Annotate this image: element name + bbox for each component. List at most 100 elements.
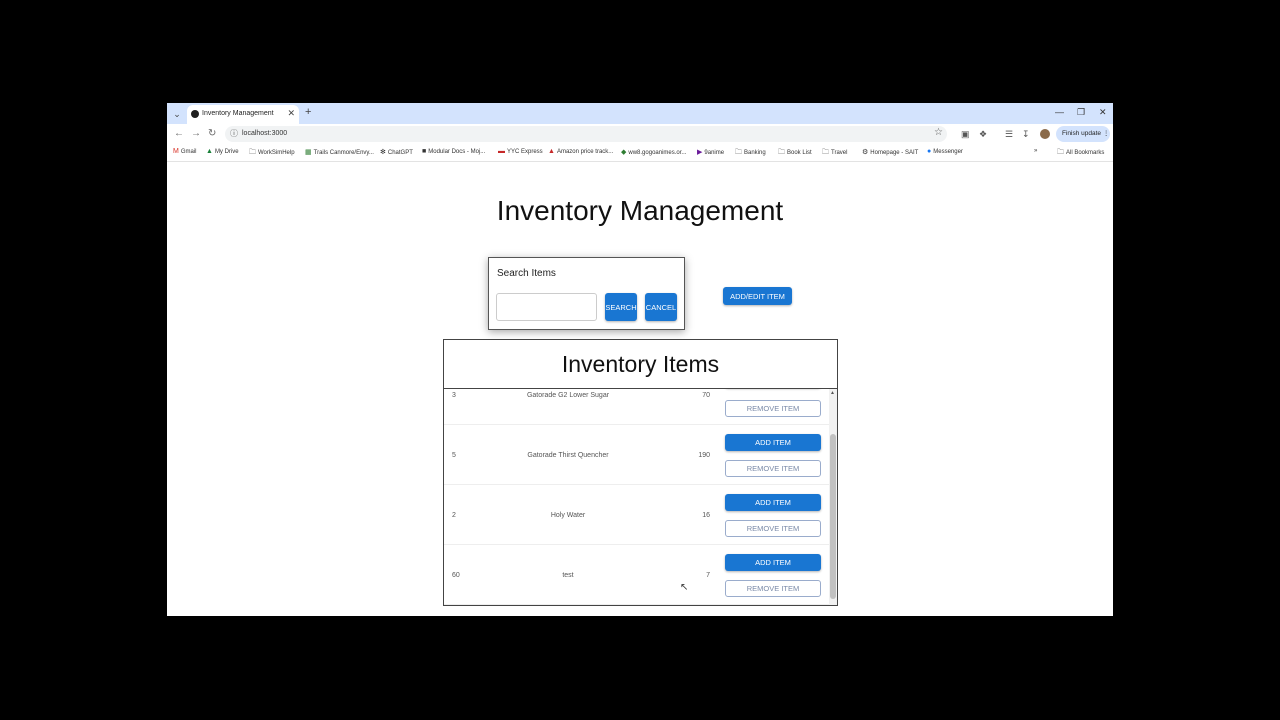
bookmark-label: ChatGPT	[387, 150, 413, 156]
bookmark-label: My Drive	[214, 149, 239, 155]
folder-icon: 🗀	[249, 149, 256, 156]
item-id: 60	[452, 572, 460, 579]
reload-icon[interactable]: ↻	[208, 128, 216, 139]
bookmark-label: Book List	[787, 150, 812, 156]
mouse-cursor-icon: ↖	[680, 582, 689, 593]
media-icon[interactable]: ☰	[1005, 129, 1013, 140]
play-icon: ▶	[697, 149, 703, 156]
inventory-list[interactable]: 3 Gatorade G2 Lower Sugar 70 ADD ITEM RE…	[444, 389, 829, 605]
bookmark-label: 9anime	[704, 150, 725, 156]
bookmark-trails[interactable]: ▦ Trails Canmore/Envy...	[305, 148, 374, 156]
bookmark-label: Trails Canmore/Envy...	[313, 150, 374, 156]
bookmark-book-list[interactable]: 🗀 Book List	[778, 148, 812, 159]
bookmark-label: Banking	[744, 150, 766, 156]
page-content: Inventory Management Search Items SEARCH…	[167, 162, 1113, 616]
inventory-scrollbar[interactable]: ▲	[829, 389, 837, 605]
tab-active[interactable]: Inventory Management ✕	[187, 105, 299, 124]
drive-icon: ▲	[206, 148, 213, 155]
item-qty: 190	[698, 452, 710, 459]
profile-avatar[interactable]	[1040, 129, 1050, 139]
folder-icon: 🗀	[822, 149, 829, 156]
item-qty: 7	[706, 572, 710, 579]
finish-update-label: Finish update	[1062, 130, 1102, 137]
bookmark-modular-docs[interactable]: ■ Modular Docs - Moj...	[422, 148, 485, 155]
bookmark-travel[interactable]: 🗀 Travel	[822, 148, 847, 159]
favicon-icon	[191, 110, 199, 118]
restore-icon[interactable]: ❐	[1077, 107, 1085, 118]
tab-search-icon[interactable]: ⌄	[170, 107, 184, 121]
add-item-button[interactable]: ADD ITEM	[725, 494, 821, 511]
table-row: 3 Gatorade G2 Lower Sugar 70 ADD ITEM RE…	[444, 389, 829, 425]
sait-icon: ⚙	[862, 149, 869, 156]
remove-item-button[interactable]: REMOVE ITEM	[725, 460, 821, 477]
bookmark-label: YYC Express	[507, 149, 543, 155]
all-bookmarks-label: All Bookmarks	[1066, 150, 1105, 156]
new-tab-icon[interactable]: +	[305, 106, 311, 118]
bookmark-banking[interactable]: 🗀 Banking	[735, 148, 766, 159]
bookmarks-bar: M Gmail ▲ My Drive 🗀 WorkSimHelp ▦ Trails Ca…	[167, 144, 1113, 162]
close-window-icon[interactable]: ✕	[1099, 107, 1107, 118]
all-bookmarks[interactable]: 🗀 All Bookmarks	[1057, 148, 1104, 159]
bookmark-gogoanimes[interactable]: ◆ ww8.gogoanimes.or...	[621, 148, 686, 156]
item-id: 5	[452, 452, 456, 459]
back-icon[interactable]: ←	[174, 128, 184, 139]
bookmark-gmail[interactable]: M Gmail	[173, 148, 197, 155]
bookmark-label: Messenger	[933, 149, 963, 155]
item-name: Gatorade Thirst Quencher	[527, 452, 609, 459]
bookmark-yyc-express[interactable]: ▬ YYC Express	[498, 148, 543, 155]
modular-icon: ■	[422, 148, 427, 155]
finish-update-button[interactable]: Finish update ⋮	[1056, 126, 1110, 142]
remove-item-button[interactable]: REMOVE ITEM	[725, 400, 821, 417]
minimize-icon[interactable]: —	[1055, 107, 1064, 117]
search-panel: Search Items SEARCH CANCEL	[488, 257, 685, 330]
folder-icon: 🗀	[778, 149, 785, 156]
remove-item-button[interactable]: REMOVE ITEM	[725, 580, 821, 597]
bookmark-chatgpt[interactable]: ✻ ChatGPT	[380, 148, 413, 156]
bookmark-label: Homepage - SAIT	[870, 150, 919, 156]
item-name: test	[562, 572, 574, 579]
page-title: Inventory Management	[496, 195, 784, 226]
bookmark-amazon[interactable]: ▲ Amazon price track...	[548, 148, 613, 155]
forward-icon[interactable]: →	[191, 128, 201, 139]
add-item-button[interactable]: ADD ITEM	[725, 434, 821, 451]
item-qty: 16	[702, 512, 710, 519]
scrollbar-thumb[interactable]	[830, 434, 836, 599]
item-id: 2	[452, 512, 456, 519]
yyc-icon: ▬	[498, 148, 505, 155]
address-bar[interactable]: ⓘ localhost:3000 ☆	[225, 126, 947, 142]
cancel-button[interactable]: CANCEL	[645, 293, 677, 321]
item-name: Holy Water	[550, 512, 586, 519]
scroll-up-arrow-icon[interactable]: ▲	[830, 390, 835, 396]
bookmark-star-icon[interactable]: ☆	[934, 127, 943, 138]
site-info-icon[interactable]: ⓘ	[230, 128, 238, 139]
add-item-button[interactable]: ADD ITEM	[725, 554, 821, 571]
gogoanime-icon: ◆	[621, 149, 627, 156]
extensions-puzzle-icon[interactable]: ❖	[979, 129, 987, 140]
folder-icon: 🗀	[735, 149, 742, 156]
amazon-icon: ▲	[548, 148, 555, 155]
bookmark-label: ww8.gogoanimes.or...	[628, 150, 687, 156]
tab-strip: ⌄ Inventory Management ✕ + — ❐ ✕	[167, 103, 1113, 124]
item-name: Gatorade G2 Lower Sugar	[526, 392, 610, 399]
close-tab-icon[interactable]: ✕	[287, 108, 295, 119]
bookmark-worksimhelp[interactable]: 🗀 WorkSimHelp	[249, 148, 295, 159]
bookmark-sait[interactable]: ⚙ Homepage - SAIT	[862, 148, 918, 156]
tab-title: Inventory Management	[202, 110, 274, 117]
remove-item-button[interactable]: REMOVE ITEM	[725, 520, 821, 537]
bookmark-9anime[interactable]: ▶ 9anime	[697, 148, 724, 156]
inventory-panel: Inventory Items 3 Gatorade G2 Lower Suga…	[443, 339, 838, 606]
bookmark-label: Gmail	[180, 149, 197, 155]
download-icon[interactable]: ↧	[1022, 129, 1030, 140]
extension-icon[interactable]: ▣	[961, 129, 970, 140]
search-input[interactable]	[496, 293, 597, 321]
bookmark-my-drive[interactable]: ▲ My Drive	[206, 148, 239, 155]
gmail-icon: M	[173, 148, 179, 155]
search-button[interactable]: SEARCH	[605, 293, 637, 321]
inventory-title: Inventory Items	[444, 340, 837, 389]
more-bookmarks-icon[interactable]: »	[1034, 148, 1037, 154]
bookmark-label: Amazon price track...	[556, 149, 614, 155]
add-edit-item-button[interactable]: ADD/EDIT ITEM	[723, 287, 792, 305]
messenger-icon: ●	[927, 148, 932, 155]
bookmark-label: WorkSimHelp	[258, 150, 295, 156]
bookmark-messenger[interactable]: ● Messenger	[927, 148, 963, 155]
